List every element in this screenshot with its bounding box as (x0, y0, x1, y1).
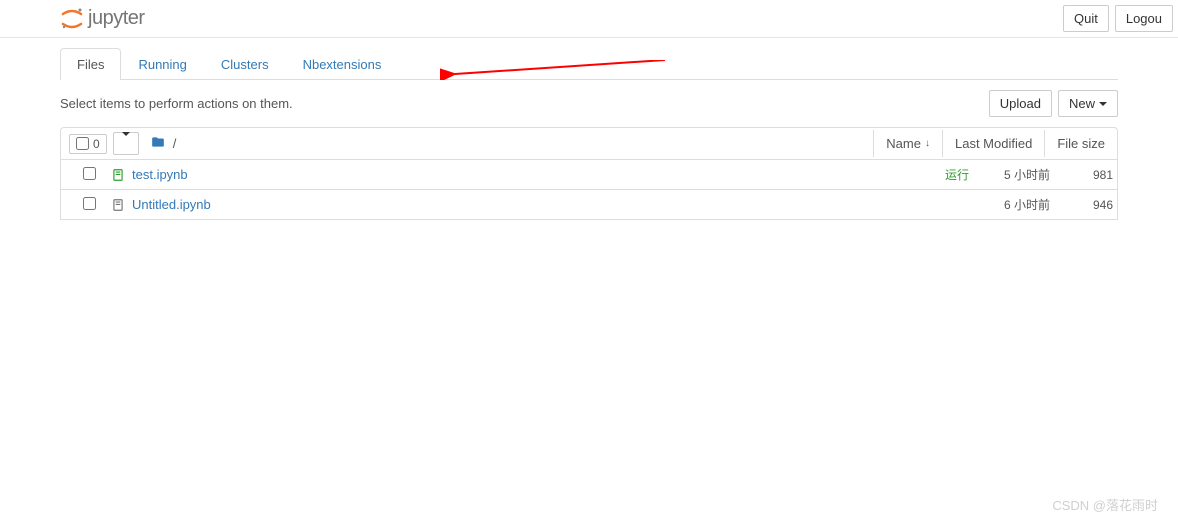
sort-name[interactable]: Name ↓ (873, 130, 942, 157)
name-column-label: Name (886, 136, 921, 151)
file-row: test.ipynb 运行 5 小时前 981 (60, 160, 1118, 190)
sort-arrow-icon: ↓ (925, 138, 930, 149)
chevron-down-icon (1099, 102, 1107, 106)
tab-running[interactable]: Running (121, 48, 203, 80)
row-checkbox[interactable] (83, 167, 96, 180)
jupyter-logo[interactable]: jupyter (10, 7, 145, 31)
new-button[interactable]: New (1058, 90, 1118, 117)
arrow-annotation (440, 60, 670, 83)
select-prompt: Select items to perform actions on them. (60, 96, 293, 111)
sort-size[interactable]: File size (1044, 130, 1117, 157)
file-list-header: 0 / Name ↓ Last Modified File size (60, 127, 1118, 160)
folder-icon[interactable] (151, 135, 165, 152)
tab-nbextensions[interactable]: Nbextensions (286, 48, 399, 80)
breadcrumb: / (173, 136, 177, 151)
file-row: Untitled.ipynb 6 小时前 946 (60, 190, 1118, 220)
sort-modified[interactable]: Last Modified (942, 130, 1044, 157)
file-link[interactable]: test.ipynb (132, 167, 188, 182)
tab-clusters[interactable]: Clusters (204, 48, 286, 80)
watermark: CSDN @落花雨时 (1052, 495, 1158, 514)
logout-button[interactable]: Logou (1115, 5, 1173, 32)
file-size: 981 (1062, 168, 1117, 182)
logo-text: jupyter (88, 7, 145, 30)
file-status: 运行 (945, 166, 969, 183)
select-count: 0 (93, 137, 100, 151)
quit-button[interactable]: Quit (1063, 5, 1109, 32)
select-all-group[interactable]: 0 (69, 134, 107, 154)
select-dropdown[interactable] (113, 132, 139, 155)
file-size: 946 (1062, 198, 1117, 212)
file-link[interactable]: Untitled.ipynb (132, 197, 211, 212)
notebook-icon (110, 197, 126, 213)
row-checkbox[interactable] (83, 197, 96, 210)
new-button-label: New (1069, 96, 1095, 111)
tabs: Files Running Clusters Nbextensions (60, 48, 1118, 80)
file-modified: 6 小时前 (977, 196, 1062, 213)
chevron-down-icon (122, 132, 130, 151)
upload-button[interactable]: Upload (989, 90, 1052, 117)
select-all-checkbox[interactable] (76, 137, 89, 150)
notebook-icon (110, 167, 126, 183)
jupyter-icon (60, 7, 84, 31)
file-modified: 5 小时前 (977, 166, 1062, 183)
tab-files[interactable]: Files (60, 48, 121, 80)
